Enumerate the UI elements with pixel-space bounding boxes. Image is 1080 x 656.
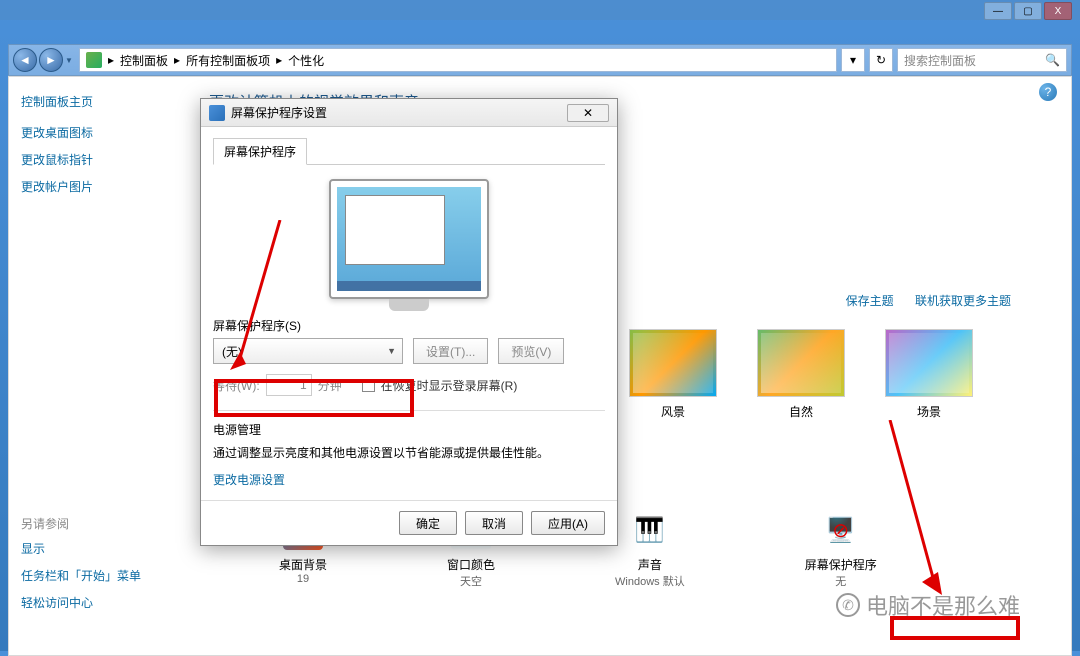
resume-checkbox[interactable] bbox=[362, 379, 375, 392]
wechat-icon: ✆ bbox=[836, 593, 860, 617]
control-panel-icon bbox=[86, 52, 102, 68]
explorer-toolbar: ◄ ► ▼ ▸ 控制面板 ▸ 所有控制面板项 ▸ 个性化 ▾ ↻ 搜索控制面板 … bbox=[8, 44, 1072, 76]
setting-sound[interactable]: 🎹 声音 Windows 默认 bbox=[615, 510, 685, 589]
setting-sub: Windows 默认 bbox=[615, 573, 685, 589]
see-also-label: 另请参阅 bbox=[21, 515, 177, 532]
search-input[interactable]: 搜索控制面板 🔍 bbox=[897, 48, 1067, 72]
theme-thumb bbox=[757, 329, 845, 397]
dialog-title-text: 屏幕保护程序设置 bbox=[231, 104, 327, 121]
minimize-button[interactable]: — bbox=[984, 2, 1012, 20]
power-section-desc: 通过调整显示亮度和其他电源设置以节省能源或提供最佳性能。 bbox=[213, 444, 605, 461]
desktop-taskbar-peek bbox=[0, 0, 1080, 20]
cancel-button[interactable]: 取消 bbox=[465, 511, 523, 535]
search-placeholder: 搜索控制面板 bbox=[904, 52, 976, 69]
wait-unit: 分钟 bbox=[318, 377, 342, 394]
breadcrumb-dropdown[interactable]: ▾ bbox=[841, 48, 865, 72]
dialog-close-button[interactable]: ✕ bbox=[567, 104, 609, 122]
see-also-taskbar-start[interactable]: 任务栏和「开始」菜单 bbox=[21, 567, 177, 584]
sidebar: 控制面板主页 更改桌面图标 更改鼠标指针 更改帐户图片 另请参阅 显示 任务栏和… bbox=[9, 77, 189, 655]
sound-icon: 🎹 bbox=[630, 510, 670, 550]
monitor-screen bbox=[337, 187, 481, 291]
theme-item-scene[interactable]: 场景 bbox=[885, 329, 973, 420]
back-button[interactable]: ◄ bbox=[13, 48, 37, 72]
setting-sub: 无 bbox=[805, 573, 877, 589]
help-icon[interactable]: ? bbox=[1039, 83, 1057, 101]
get-more-themes-link[interactable]: 联机获取更多主题 bbox=[915, 294, 1011, 308]
sidebar-home[interactable]: 控制面板主页 bbox=[21, 93, 177, 110]
setting-sub: 天空 bbox=[447, 573, 495, 589]
dialog-icon bbox=[209, 105, 225, 121]
sidebar-task-account-picture[interactable]: 更改帐户图片 bbox=[21, 178, 177, 195]
forward-button[interactable]: ► bbox=[39, 48, 63, 72]
apply-button[interactable]: 应用(A) bbox=[531, 511, 605, 535]
close-button[interactable]: X bbox=[1044, 2, 1072, 20]
nav-history-dropdown[interactable]: ▼ bbox=[63, 56, 75, 65]
resume-checkbox-label: 在恢复时显示登录屏幕(R) bbox=[381, 377, 518, 394]
breadcrumb-item-control-panel[interactable]: 控制面板 bbox=[120, 52, 168, 69]
theme-label: 风景 bbox=[661, 405, 685, 419]
setting-label: 声音 bbox=[615, 556, 685, 573]
sidebar-task-desktop-icons[interactable]: 更改桌面图标 bbox=[21, 124, 177, 141]
setting-label: 窗口颜色 bbox=[447, 556, 495, 573]
window-controls: — ▢ X bbox=[984, 2, 1072, 20]
theme-item-nature[interactable]: 自然 bbox=[757, 329, 845, 420]
theme-label: 自然 bbox=[789, 405, 813, 419]
setting-label: 桌面背景 bbox=[279, 556, 327, 573]
maximize-button[interactable]: ▢ bbox=[1014, 2, 1042, 20]
preview-button[interactable]: 预览(V) bbox=[498, 338, 564, 364]
save-theme-link[interactable]: 保存主题 bbox=[846, 294, 894, 308]
power-section-title: 电源管理 bbox=[213, 421, 605, 438]
mini-taskbar bbox=[337, 281, 481, 291]
breadcrumb-sep: ▸ bbox=[174, 53, 180, 67]
settings-button[interactable]: 设置(T)... bbox=[413, 338, 488, 364]
see-also-ease-of-access[interactable]: 轻松访问中心 bbox=[21, 594, 177, 611]
dialog-titlebar[interactable]: 屏幕保护程序设置 ✕ bbox=[201, 99, 617, 127]
refresh-button[interactable]: ↻ bbox=[869, 48, 893, 72]
ok-button[interactable]: 确定 bbox=[399, 511, 457, 535]
theme-thumb bbox=[629, 329, 717, 397]
breadcrumb-sep: ▸ bbox=[276, 53, 282, 67]
annotation-arrow-2 bbox=[880, 420, 960, 600]
tab-screensaver[interactable]: 屏幕保护程序 bbox=[213, 138, 307, 165]
monitor-preview bbox=[329, 179, 489, 299]
divider bbox=[213, 410, 605, 411]
sidebar-see-also: 另请参阅 显示 任务栏和「开始」菜单 轻松访问中心 bbox=[21, 515, 177, 611]
theme-label: 场景 bbox=[917, 405, 941, 419]
setting-sub: 19 bbox=[279, 573, 327, 585]
search-icon: 🔍 bbox=[1045, 53, 1060, 67]
setting-screensaver[interactable]: 🖥️ 屏幕保护程序 无 bbox=[805, 510, 877, 589]
theme-item-landscape[interactable]: 风景 bbox=[629, 329, 717, 420]
sidebar-task-mouse-pointers[interactable]: 更改鼠标指针 bbox=[21, 151, 177, 168]
see-also-display[interactable]: 显示 bbox=[21, 540, 177, 557]
dialog-footer: 确定 取消 应用(A) bbox=[201, 500, 617, 545]
screensaver-icon: 🖥️ bbox=[821, 510, 861, 550]
change-power-settings-link[interactable]: 更改电源设置 bbox=[213, 471, 605, 488]
annotation-arrow-1 bbox=[230, 220, 290, 380]
breadcrumb[interactable]: ▸ 控制面板 ▸ 所有控制面板项 ▸ 个性化 bbox=[79, 48, 837, 72]
nav-arrows: ◄ ► ▼ bbox=[13, 48, 75, 72]
breadcrumb-item-all-items[interactable]: 所有控制面板项 bbox=[186, 52, 270, 69]
breadcrumb-item-personalization[interactable]: 个性化 bbox=[288, 52, 324, 69]
breadcrumb-sep: ▸ bbox=[108, 53, 114, 67]
mini-window-preview bbox=[345, 195, 445, 265]
theme-thumb bbox=[885, 329, 973, 397]
tab-strip: 屏幕保护程序 bbox=[213, 135, 605, 165]
setting-label: 屏幕保护程序 bbox=[805, 556, 877, 573]
